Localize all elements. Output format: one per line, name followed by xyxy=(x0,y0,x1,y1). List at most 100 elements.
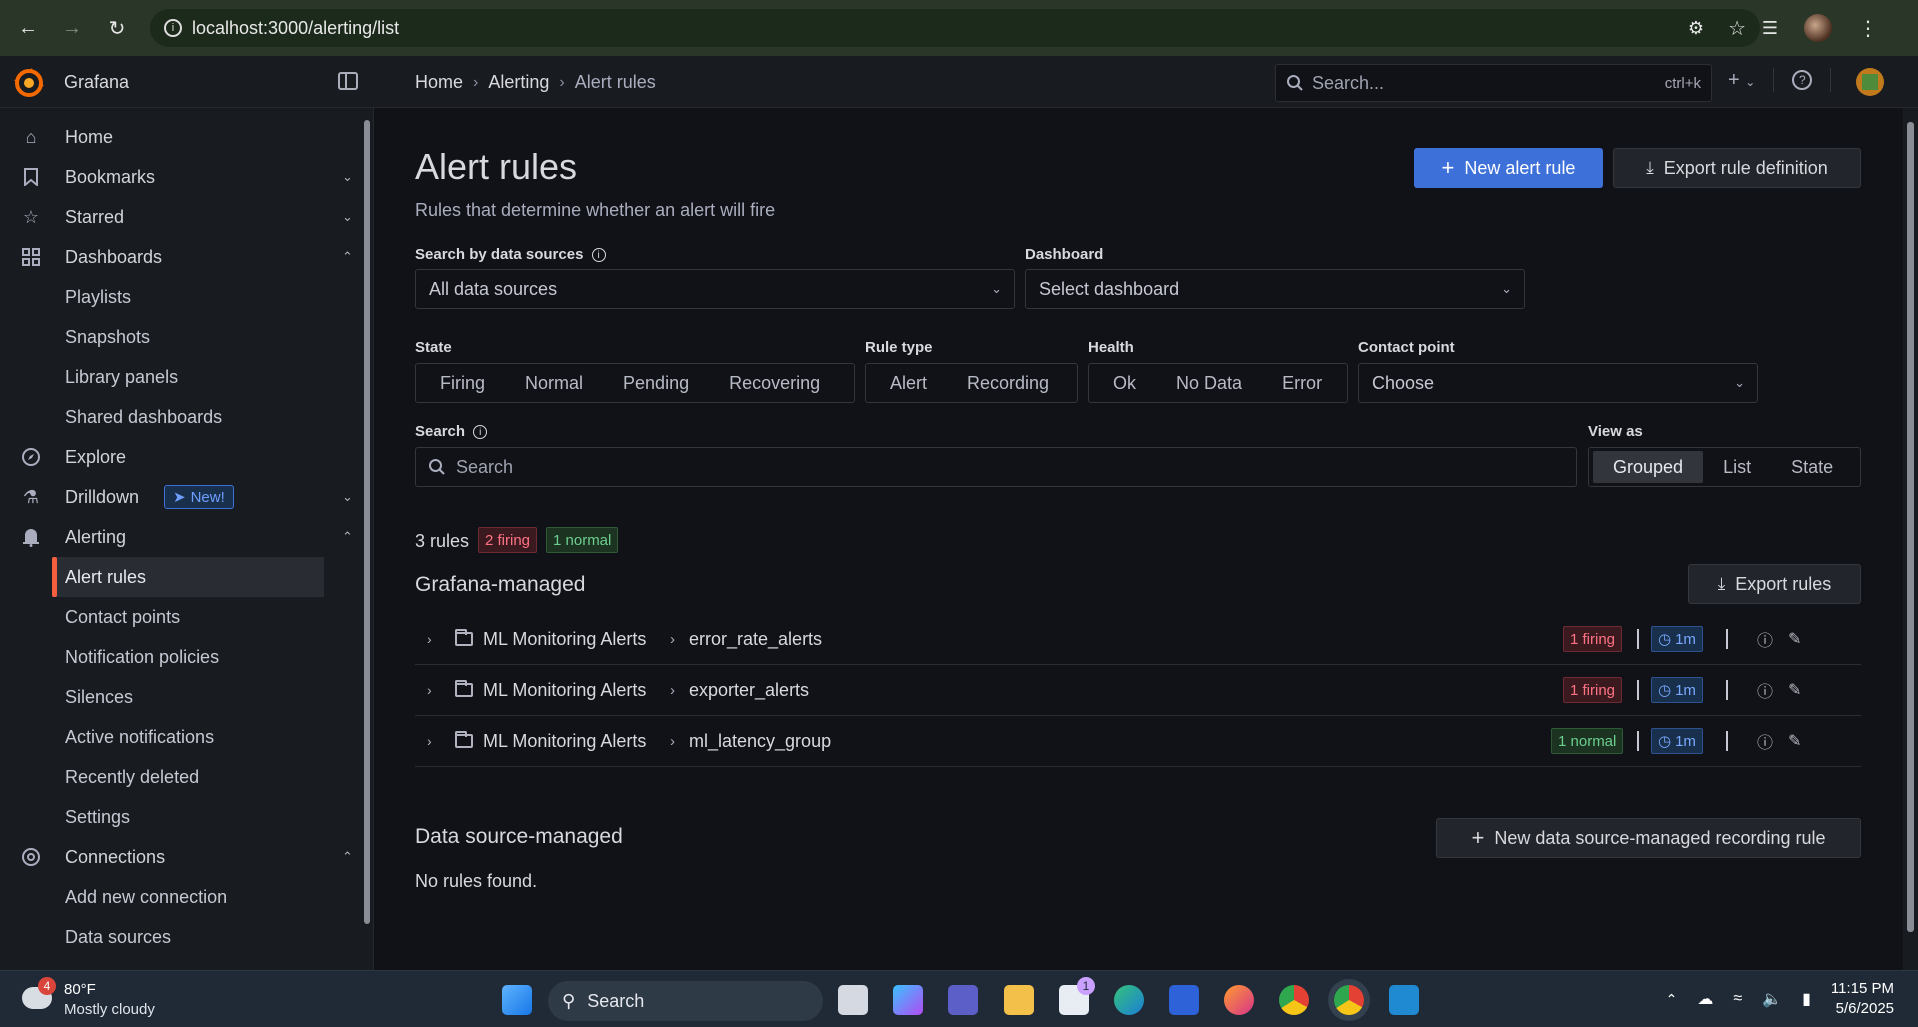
main-scroll-thumb[interactable] xyxy=(1907,122,1914,932)
sidebar-item-home[interactable]: ⌂ Home xyxy=(0,117,360,157)
chevron-right-icon[interactable]: › xyxy=(427,631,432,647)
rule-group-name[interactable]: exporter_alerts xyxy=(689,680,809,701)
teams-icon[interactable] xyxy=(948,985,978,1015)
state-option-firing[interactable]: Firing xyxy=(420,367,505,399)
info-icon[interactable]: i xyxy=(591,248,606,263)
state-option-recovering[interactable]: Recovering xyxy=(709,367,840,399)
chevron-down-icon[interactable]: ⌄ xyxy=(342,169,353,185)
sidebar-item-library-panels[interactable]: Library panels xyxy=(0,357,360,397)
grafana-logo-icon[interactable] xyxy=(14,68,44,98)
rule-search-input[interactable]: Search xyxy=(415,447,1577,487)
contact-point-select[interactable]: Choose ⌄ xyxy=(1358,363,1758,403)
add-new-icon[interactable]: + ⌄ xyxy=(1728,69,1755,92)
site-info-icon[interactable]: i xyxy=(164,19,182,37)
address-bar[interactable]: i localhost:3000/alerting/list ⚙ ☆ xyxy=(150,9,1760,47)
file-explorer-icon[interactable] xyxy=(1004,985,1034,1015)
wifi-icon[interactable]: ≈ xyxy=(1733,990,1742,1008)
info-icon[interactable]: ⓘ xyxy=(1757,729,1773,753)
export-rules-button[interactable]: ⤓ Export rules xyxy=(1688,564,1861,604)
info-icon[interactable]: i xyxy=(473,425,488,440)
bookmark-star-icon[interactable]: ☆ xyxy=(1728,16,1746,41)
info-icon[interactable]: ⓘ xyxy=(1757,678,1773,702)
breadcrumb-home[interactable]: Home xyxy=(415,72,463,93)
datasource-select[interactable]: All data sources ⌄ xyxy=(415,269,1015,309)
rule-group-name[interactable]: error_rate_alerts xyxy=(689,629,822,650)
profile-avatar[interactable] xyxy=(1804,14,1832,42)
browser-menu-icon[interactable]: ⋮ xyxy=(1858,16,1878,41)
sidebar-item-active-notifications[interactable]: Active notifications xyxy=(0,717,360,757)
rule-type-option-recording[interactable]: Recording xyxy=(947,367,1069,399)
edit-icon[interactable]: ✎ xyxy=(1788,629,1801,649)
sidebar-item-shared-dashboards[interactable]: Shared dashboards xyxy=(0,397,360,437)
view-as-grouped[interactable]: Grouped xyxy=(1593,451,1704,483)
global-search-input[interactable]: Search... ctrl+k xyxy=(1275,64,1712,102)
chevron-right-icon[interactable]: › xyxy=(427,733,432,749)
volume-icon[interactable]: 🔈 xyxy=(1762,989,1782,1009)
copilot-icon[interactable] xyxy=(893,985,923,1015)
sidebar-item-bookmarks[interactable]: Bookmarks ⌄ xyxy=(0,157,360,197)
chevron-right-icon[interactable]: › xyxy=(427,682,432,698)
rule-namespace[interactable]: ML Monitoring Alerts xyxy=(483,680,646,701)
dashboard-select[interactable]: Select dashboard ⌄ xyxy=(1025,269,1525,309)
sidebar-item-data-sources[interactable]: Data sources xyxy=(0,917,360,957)
taskbar-search[interactable]: ⚲ Search xyxy=(548,981,823,1021)
password-key-icon[interactable]: ⚙ xyxy=(1688,18,1704,39)
battery-icon[interactable]: ▮ xyxy=(1802,989,1811,1009)
edit-icon[interactable]: ✎ xyxy=(1788,731,1801,751)
edge-icon[interactable] xyxy=(1114,985,1144,1015)
sidebar-scrollbar[interactable] xyxy=(361,108,373,970)
rule-group-row[interactable]: › ML Monitoring Alerts › exporter_alerts… xyxy=(415,665,1861,716)
back-icon[interactable]: ← xyxy=(8,8,48,48)
health-option-ok[interactable]: Ok xyxy=(1093,367,1156,399)
breadcrumb-alerting[interactable]: Alerting xyxy=(488,72,549,93)
firefox-icon[interactable] xyxy=(1224,985,1254,1015)
view-as-state[interactable]: State xyxy=(1771,451,1853,483)
vscode-icon[interactable] xyxy=(1389,985,1419,1015)
chrome-active-icon[interactable] xyxy=(1334,985,1364,1015)
sidebar-item-connections[interactable]: Connections ⌃ xyxy=(0,837,360,877)
chevron-up-icon[interactable]: ⌃ xyxy=(1666,991,1678,1008)
rule-type-option-alert[interactable]: Alert xyxy=(870,367,947,399)
health-option-no-data[interactable]: No Data xyxy=(1156,367,1262,399)
edit-icon[interactable]: ✎ xyxy=(1788,680,1801,700)
sidebar-item-recently-deleted[interactable]: Recently deleted xyxy=(0,757,360,797)
rule-group-name[interactable]: ml_latency_group xyxy=(689,731,831,752)
rule-group-row[interactable]: › ML Monitoring Alerts › ml_latency_grou… xyxy=(415,716,1861,767)
media-icon[interactable]: ☰ xyxy=(1762,18,1778,39)
state-option-normal[interactable]: Normal xyxy=(505,367,603,399)
onedrive-icon[interactable]: ☁ xyxy=(1697,989,1713,1009)
info-icon[interactable]: ⓘ xyxy=(1757,627,1773,651)
task-view-icon[interactable] xyxy=(838,985,868,1015)
sidebar-item-add-new-connection[interactable]: Add new connection xyxy=(0,877,360,917)
windows-start-icon[interactable] xyxy=(502,985,532,1015)
chevron-down-icon[interactable]: ⌄ xyxy=(342,209,353,225)
help-icon[interactable]: ? xyxy=(1792,70,1813,90)
system-clock[interactable]: 11:15 PM 5/6/2025 xyxy=(1831,979,1894,1019)
state-option-pending[interactable]: Pending xyxy=(603,367,709,399)
sidebar-scroll-thumb[interactable] xyxy=(364,120,370,924)
rule-namespace[interactable]: ML Monitoring Alerts xyxy=(483,629,646,650)
sidebar-item-alert-rules[interactable]: Alert rules xyxy=(52,557,324,597)
sidebar-item-starred[interactable]: ☆ Starred ⌄ xyxy=(0,197,360,237)
sidebar-item-alerting[interactable]: Alerting ⌃ xyxy=(0,517,360,557)
chevron-up-icon[interactable]: ⌃ xyxy=(342,249,353,265)
main-scrollbar[interactable] xyxy=(1903,108,1918,970)
dock-menu-icon[interactable] xyxy=(338,72,358,90)
sidebar-item-snapshots[interactable]: Snapshots xyxy=(0,317,360,357)
chrome-icon[interactable] xyxy=(1279,985,1309,1015)
store-icon[interactable]: 1 xyxy=(1059,977,1095,1015)
chevron-up-icon[interactable]: ⌃ xyxy=(342,849,353,865)
health-option-error[interactable]: Error xyxy=(1262,367,1342,399)
weather-widget[interactable]: 4 80°F Mostly cloudy xyxy=(18,977,178,1021)
sidebar-item-contact-points[interactable]: Contact points xyxy=(0,597,360,637)
sidebar-item-settings[interactable]: Settings xyxy=(0,797,360,837)
sidebar-item-silences[interactable]: Silences xyxy=(0,677,360,717)
sidebar-item-explore[interactable]: Explore xyxy=(0,437,360,477)
rule-namespace[interactable]: ML Monitoring Alerts xyxy=(483,731,646,752)
sidebar-item-drilldown[interactable]: ⚗ Drilldown ➤ New! ⌄ xyxy=(0,477,360,517)
rule-group-row[interactable]: › ML Monitoring Alerts › error_rate_aler… xyxy=(415,614,1861,665)
sidebar-item-notification-policies[interactable]: Notification policies xyxy=(0,637,360,677)
export-rule-definition-button[interactable]: ⤓ Export rule definition xyxy=(1613,148,1861,188)
app-icon[interactable] xyxy=(1169,985,1199,1015)
sidebar-item-dashboards[interactable]: Dashboards ⌃ xyxy=(0,237,360,277)
